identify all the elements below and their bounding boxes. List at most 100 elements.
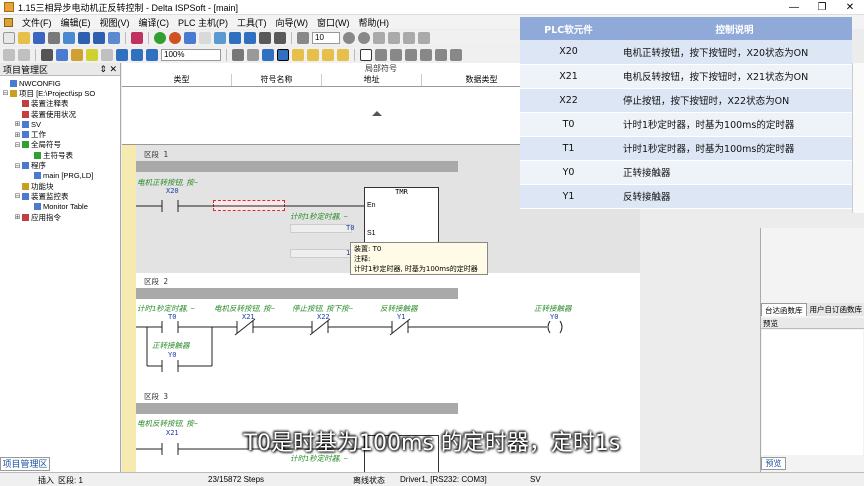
watch-icon[interactable] [418,32,430,44]
rung-icon[interactable] [262,49,274,61]
symbol-icon[interactable] [307,49,319,61]
tree-item[interactable]: ⊞ 工作 [0,129,120,139]
tree-item[interactable]: ⊟ 全局符号 [0,140,120,150]
coil-icon[interactable] [405,49,417,61]
tree-item[interactable]: ⊟ 装置监控表 [0,191,120,201]
download-icon[interactable] [229,32,241,44]
hline-icon[interactable] [450,49,462,61]
expand-toggle-icon[interactable]: ⊞ [14,213,21,221]
tree-item[interactable]: ⊟ 程序 [0,160,120,170]
run-icon[interactable] [259,32,271,44]
var-icon[interactable] [292,49,304,61]
fb-icon[interactable] [337,49,349,61]
col-type[interactable]: 类型 [132,74,232,86]
tree-item[interactable]: main [PRG,LD] [0,171,120,181]
online-icon[interactable] [214,32,226,44]
nc-contact-icon[interactable] [390,49,402,61]
tree-item[interactable]: ⊞ SV [0,119,120,129]
no-contact-icon[interactable] [375,49,387,61]
copy-icon[interactable] [56,49,68,61]
expand-toggle-icon[interactable]: ⊟ [14,162,21,170]
step-dec-icon[interactable] [343,32,355,44]
col-symbol[interactable]: 符号名称 [232,74,322,86]
tab-project-manager[interactable]: 项目管理区 [0,457,50,471]
tree-item[interactable]: ⊟ 项目 [E:\Project\isp SO [0,88,120,98]
menu-compile[interactable]: 编译(C) [139,16,170,29]
save-icon[interactable] [33,32,45,44]
menu-app-icon[interactable] [4,17,13,27]
eraser-icon[interactable] [86,49,98,61]
menu-wizard[interactable]: 向导(W) [276,16,309,29]
undo-icon[interactable] [3,49,15,61]
tab-delta-library[interactable]: 台达函数库 [761,303,807,316]
menu-edit[interactable]: 编辑(E) [61,16,91,29]
find-icon[interactable] [116,49,128,61]
print-icon[interactable] [48,32,60,44]
pause-icon[interactable] [274,32,286,44]
col-address[interactable]: 地址 [322,74,422,86]
right-scrollbar[interactable] [852,63,864,213]
compile-all-icon[interactable] [169,32,181,44]
ladder-icon[interactable] [277,49,289,61]
zoom-out-icon[interactable] [146,49,158,61]
and-icon[interactable] [420,49,432,61]
tree-node-icon [22,213,29,221]
stop-icon[interactable] [199,32,211,44]
description-cell: 停止按钮，按下按钮时，X22状态为ON [617,88,852,113]
tree-item[interactable]: 功能块 [0,181,120,191]
list-icon[interactable] [247,49,259,61]
step-inc-icon[interactable] [358,32,370,44]
step-input[interactable]: 10 [312,32,340,44]
redo-icon[interactable] [18,49,30,61]
bp-clear-icon[interactable] [388,32,400,44]
plc-device-table: PLC软元件 控制说明 X20 电机正转按钮，按下按钮时，X20状态为ON X21 电… [520,17,852,209]
tree-item[interactable]: ⊞ 应用指令 [0,212,120,222]
open-icon[interactable] [18,32,30,44]
monitor-icon[interactable] [184,32,196,44]
tree-item[interactable]: Monitor Table [0,202,120,212]
new-icon[interactable] [3,32,15,44]
menu-help[interactable]: 帮助(H) [359,16,390,29]
splitter-arrow-icon[interactable] [372,111,382,116]
expand-toggle-icon[interactable]: ⊟ [2,89,9,97]
paste-icon[interactable] [71,49,83,61]
expand-toggle-icon[interactable]: ⊟ [14,192,21,200]
close-button[interactable]: ✕ [836,2,864,13]
minimize-button[interactable]: — [780,2,808,13]
tab-preview[interactable]: 预览 [761,457,786,470]
step-icon[interactable] [297,32,309,44]
menu-view[interactable]: 视图(V) [100,16,130,29]
pointer-icon[interactable] [360,49,372,61]
menu-tools[interactable]: 工具(T) [237,16,267,29]
window-icon[interactable] [63,32,75,44]
compile-icon[interactable] [154,32,166,44]
bp-list-icon[interactable] [403,32,415,44]
panel-icon[interactable] [78,32,90,44]
delete-icon[interactable] [101,49,113,61]
comment-icon[interactable] [232,49,244,61]
zoom-select[interactable]: 100% [161,49,221,61]
layout-icon[interactable] [93,32,105,44]
menu-plc[interactable]: PLC 主机(P) [178,16,228,29]
book-icon[interactable] [131,32,143,44]
zoom-in-icon[interactable] [131,49,143,61]
branch-icon[interactable] [435,49,447,61]
bp-icon[interactable] [373,32,385,44]
expand-toggle-icon[interactable]: ⊞ [14,131,21,139]
table-row: X21 电机反转按钮，按下按钮时，X21状态为ON [520,64,852,89]
menu-file[interactable]: 文件(F) [22,16,52,29]
menu-window[interactable]: 窗口(W) [317,16,350,29]
expand-toggle-icon[interactable]: ⊞ [14,120,21,128]
tree-item[interactable]: NWCONFIG [0,78,120,88]
device-icon[interactable] [322,49,334,61]
tab-user-library[interactable]: 用户自订函数库 [807,303,864,316]
grid-icon[interactable] [108,32,120,44]
panel-pin-icon[interactable]: ⇕ ✕ [99,64,117,75]
tree-item[interactable]: 装置使用状况 [0,109,120,119]
tree-item[interactable]: 主符号表 [0,150,120,160]
expand-toggle-icon[interactable]: ⊟ [14,141,21,149]
maximize-button[interactable]: ❐ [808,2,836,13]
tree-item[interactable]: 装置注释表 [0,99,120,109]
cut-icon[interactable] [41,49,53,61]
upload-icon[interactable] [244,32,256,44]
